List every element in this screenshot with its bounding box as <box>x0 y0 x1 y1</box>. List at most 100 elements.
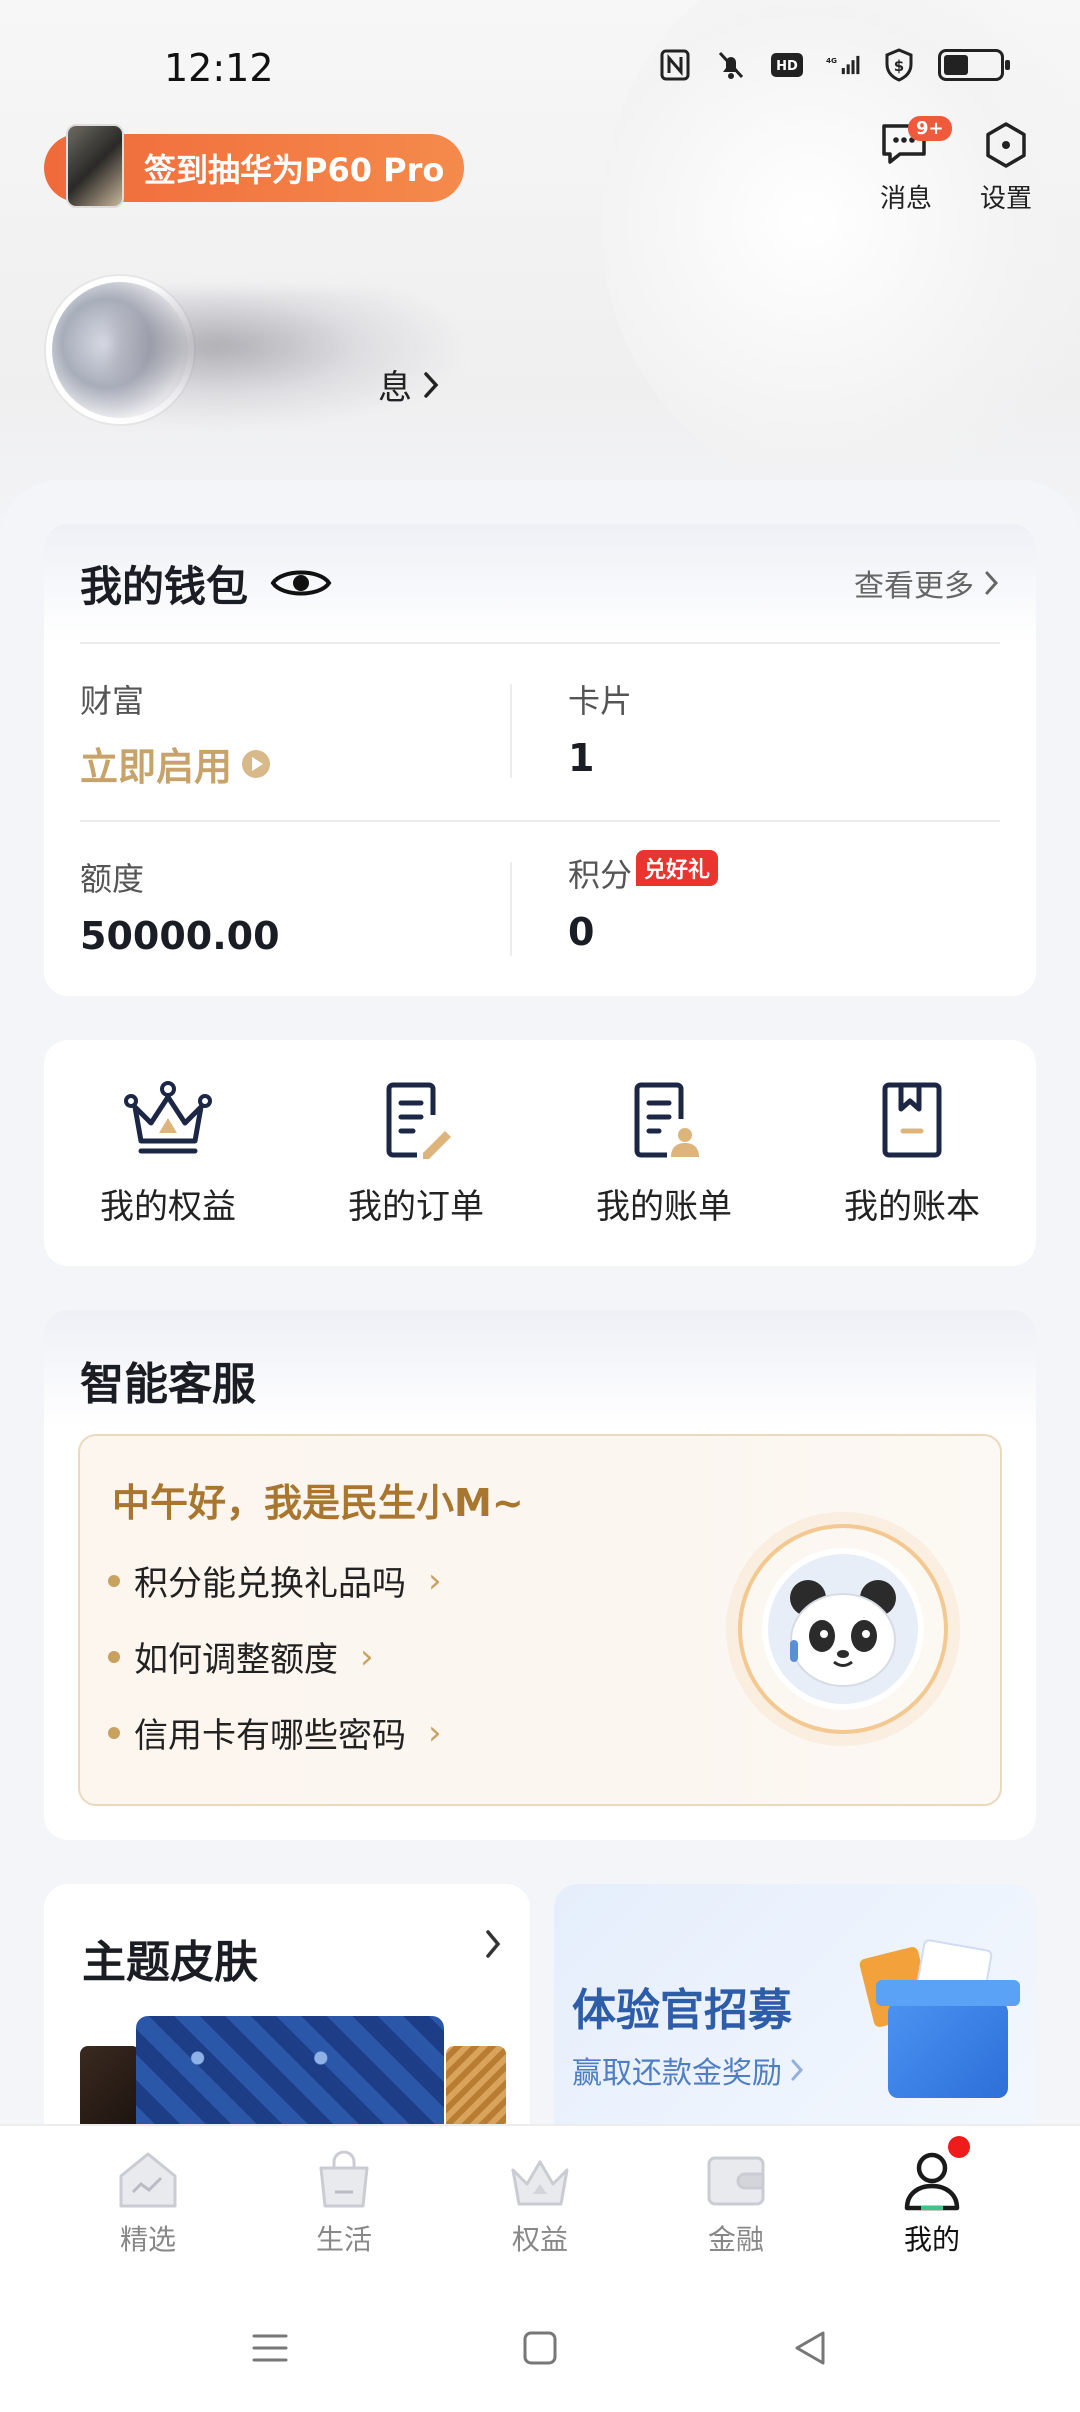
status-icons: HD 4G $ <box>658 48 1010 82</box>
wallet-title: 我的钱包 <box>80 553 332 614</box>
nav-label: 金融 <box>707 2223 764 2256</box>
bottom-nav: 精选 生活 权益 金融 我的 <box>0 2124 1080 2284</box>
service-title: 智能客服 <box>80 1359 256 1410</box>
chevron-right-icon: › <box>428 1712 442 1753</box>
crown-icon <box>124 1080 212 1153</box>
card-cell[interactable]: 卡片 1 <box>568 676 632 780</box>
wallet-divider <box>80 642 1000 644</box>
card-value: 1 <box>568 736 595 780</box>
wealth-cell[interactable]: 财富 立即启用 <box>80 676 271 791</box>
messages-button[interactable]: 9+ 消息 <box>876 116 952 215</box>
hd-icon: HD <box>770 48 804 82</box>
nav-label: 我的 <box>903 2223 960 2256</box>
experience-officer-banner[interactable]: 体验官招募 赢取还款金奖励 <box>554 1884 1036 2144</box>
chevron-right-icon <box>985 571 999 595</box>
play-circle-icon <box>242 749 271 778</box>
bullet-dot <box>108 1726 120 1739</box>
status-time: 12:12 <box>164 46 274 90</box>
faq-item[interactable]: 积分能兑换礼品吗 › <box>108 1556 442 1605</box>
profile-link-label: 息 <box>378 368 412 408</box>
wealth-value: 立即启用 <box>80 745 233 789</box>
order-edit-icon <box>386 1082 451 1159</box>
shortcut-label: 我的账单 <box>596 1186 732 1227</box>
nav-item-featured[interactable]: 精选 <box>78 2126 218 2284</box>
recruit-subtitle-text: 赢取还款金奖励 <box>572 2056 782 2091</box>
chevron-right-icon: › <box>428 1560 442 1601</box>
nav-item-life[interactable]: 生活 <box>274 2126 414 2284</box>
points-value: 0 <box>568 910 595 954</box>
svg-text:HD: HD <box>776 59 798 74</box>
faq-text: 信用卡有哪些密码 <box>134 1716 406 1756</box>
bullet-dot <box>108 1574 120 1587</box>
shortcut-my-bills[interactable]: 我的账单 <box>564 1079 764 1228</box>
shortcut-my-ledger[interactable]: 我的账本 <box>812 1079 1012 1228</box>
nav-item-benefits[interactable]: 权益 <box>470 2126 610 2284</box>
mute-bell-icon <box>714 48 748 82</box>
nav-item-finance[interactable]: 金融 <box>666 2126 806 2284</box>
chevron-right-icon <box>486 1930 501 1958</box>
assistant-greeting: 中午好，我是民生小M~ <box>112 1481 524 1525</box>
shortcut-my-benefits[interactable]: 我的权益 <box>68 1079 268 1228</box>
limit-cell[interactable]: 额度 50000.00 <box>80 854 280 958</box>
bullet-dot <box>108 1650 120 1663</box>
faq-item[interactable]: 如何调整额度 › <box>108 1632 374 1681</box>
menu-icon[interactable] <box>250 2328 290 2368</box>
wallet-icon <box>707 2156 765 2206</box>
wallet-see-more-link[interactable]: 查看更多 <box>854 561 1000 605</box>
profile-info-link[interactable]: 息 <box>378 360 440 409</box>
settings-hexagon-icon <box>986 122 1026 168</box>
nav-label: 精选 <box>119 2223 176 2256</box>
shortcut-label: 我的订单 <box>348 1186 484 1227</box>
limit-label: 额度 <box>80 860 145 898</box>
ledger-icon <box>882 1082 942 1157</box>
checkin-promo-button[interactable]: 签到抽华为P60 Pro <box>44 124 464 208</box>
points-cell[interactable]: 积分 兑好礼 0 <box>568 850 719 954</box>
recruit-title: 体验官招募 <box>572 1985 792 2036</box>
settings-button[interactable]: 设置 <box>976 120 1036 215</box>
wallet-title-text: 我的钱包 <box>80 561 249 611</box>
wallet-header: 我的钱包 查看更多 <box>44 524 1036 642</box>
message-count-badge: 9+ <box>908 116 952 141</box>
promo-label: 签到抽华为P60 Pro <box>144 151 445 189</box>
faq-text: 如何调整额度 <box>134 1640 338 1680</box>
battery-icon <box>938 49 1010 81</box>
notification-dot <box>948 2136 970 2158</box>
mascot-ring <box>738 1524 948 1734</box>
chevron-right-icon <box>424 371 439 398</box>
shortcut-grid: 我的权益 我的订单 我的账单 我的账本 <box>44 1040 1036 1266</box>
see-more-label: 查看更多 <box>854 569 974 604</box>
shortcut-label: 我的账本 <box>844 1186 980 1227</box>
wallet-card: 我的钱包 查看更多 财富 立即启用 卡片 1 额度 50000.00 积分 兑好礼 <box>44 524 1036 996</box>
nfc-icon <box>658 48 692 82</box>
points-label-row: 积分 兑好礼 <box>568 850 719 896</box>
phone-image <box>66 124 124 208</box>
wallet-vdivider <box>510 684 512 778</box>
back-triangle-icon[interactable] <box>790 2328 830 2368</box>
shortcut-my-orders[interactable]: 我的订单 <box>316 1079 516 1228</box>
assistant-panel[interactable]: 中午好，我是民生小M~ 积分能兑换礼品吗 › 如何调整额度 › 信用卡有哪些密码… <box>78 1434 1002 1806</box>
wallet-vdivider <box>510 862 512 956</box>
settings-label: 设置 <box>979 184 1032 214</box>
home-icon <box>119 2152 177 2208</box>
chevron-right-icon: › <box>360 1636 374 1677</box>
theme-skin-card[interactable]: 主题皮肤 <box>44 1884 530 2144</box>
top-actions: 9+ 消息 设置 <box>876 116 1036 215</box>
panda-mascot-icon[interactable] <box>762 1548 924 1710</box>
faq-item[interactable]: 信用卡有哪些密码 › <box>108 1708 442 1757</box>
faq-text: 积分能兑换礼品吗 <box>134 1564 406 1604</box>
home-square-icon[interactable] <box>520 2328 560 2368</box>
bill-user-icon <box>634 1082 699 1157</box>
wealth-activate[interactable]: 立即启用 <box>80 736 271 791</box>
chevron-right-icon <box>791 2059 804 2081</box>
card-label: 卡片 <box>568 682 633 720</box>
recruit-subtitle: 赢取还款金奖励 <box>572 2048 804 2092</box>
eye-icon[interactable] <box>270 563 332 603</box>
wealth-label: 财富 <box>80 682 145 720</box>
svg-text:$: $ <box>894 57 904 75</box>
redeem-gift-tag: 兑好礼 <box>636 850 719 886</box>
crown-icon <box>511 2160 569 2206</box>
messages-label: 消息 <box>879 184 932 214</box>
signal-icon: 4G <box>826 48 860 82</box>
nav-item-mine[interactable]: 我的 <box>862 2126 1002 2284</box>
shortcut-label: 我的权益 <box>100 1186 236 1227</box>
